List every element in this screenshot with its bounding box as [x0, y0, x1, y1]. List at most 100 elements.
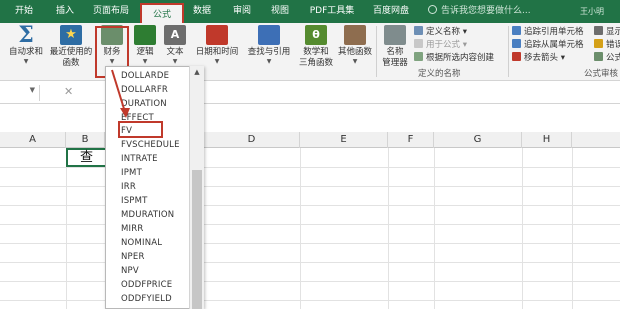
column-header-h[interactable]: H	[522, 132, 572, 148]
chevron-down-icon: ▼	[142, 58, 148, 65]
trace-dependents-label: 追踪从属单元格	[524, 40, 584, 50]
trace-arrow-icon	[512, 39, 521, 48]
autosum-label: 自动求和	[8, 47, 43, 57]
tell-me-search[interactable]: 告诉我您想要做什么...	[428, 0, 531, 23]
logical-label: 逻辑	[136, 47, 154, 57]
column-header-d[interactable]: D	[204, 132, 300, 148]
name-manager-icon	[384, 25, 406, 45]
lookup-icon	[258, 25, 280, 45]
function-item-intrate[interactable]: INTRATE	[121, 152, 158, 166]
recently-used-label-2: 函数	[62, 58, 80, 68]
evaluate-formula-button[interactable]: 公式	[594, 52, 620, 64]
column-line	[572, 148, 573, 309]
chevron-down-icon: ▼	[352, 58, 358, 65]
more-functions-button[interactable]: 其他函数 ▼	[336, 25, 374, 65]
evaluate-formula-label: 公式	[606, 53, 620, 63]
function-item-mduration[interactable]: MDURATION	[121, 208, 174, 222]
column-header-f[interactable]: F	[388, 132, 434, 148]
dropdown-scrollbar[interactable]: ▲	[189, 66, 204, 309]
scroll-up-icon[interactable]: ▲	[190, 66, 204, 78]
column-header-e[interactable]: E	[300, 132, 388, 148]
define-name-button[interactable]: 定义名称 ▾	[414, 26, 467, 38]
tab-insert[interactable]: 插入	[48, 0, 82, 23]
row-line	[0, 205, 620, 206]
tab-view[interactable]: 视图	[266, 0, 294, 23]
eraser-icon	[512, 52, 521, 61]
name-box[interactable]: ▼	[0, 85, 40, 101]
tab-pdf-tools[interactable]: PDF工具集	[306, 0, 358, 23]
function-item-irr[interactable]: IRR	[121, 180, 136, 194]
function-item-oddfprice[interactable]: ODDFPRICE	[121, 278, 172, 292]
column-line	[66, 148, 67, 309]
column-line	[388, 148, 389, 309]
remove-arrows-label: 移去箭头	[524, 53, 559, 63]
formula-bar: ▼ ✕	[0, 82, 620, 104]
tag-icon	[414, 26, 423, 35]
text-book-icon: A	[164, 25, 186, 45]
column-header-b[interactable]: B	[66, 132, 105, 148]
row-line	[0, 243, 620, 244]
date-time-button[interactable]: 日期和时间 ▼	[192, 25, 242, 65]
tab-baidu-pan[interactable]: 百度网盘	[366, 0, 416, 23]
formula-input[interactable]	[205, 85, 620, 101]
function-item-nper[interactable]: NPER	[121, 250, 145, 264]
text-button[interactable]: A 文本 ▼	[162, 25, 188, 65]
lookup-reference-button[interactable]: 查找与引用 ▼	[244, 25, 294, 65]
row-line	[0, 281, 620, 282]
tab-data[interactable]: 数据	[188, 0, 216, 23]
evaluate-icon	[594, 52, 603, 61]
tab-formulas[interactable]: 公式	[140, 3, 184, 23]
show-formulas-button[interactable]: 显示	[594, 26, 620, 38]
tab-home[interactable]: 开始	[6, 0, 42, 23]
function-item-npv[interactable]: NPV	[121, 264, 139, 278]
defined-names-group-label: 定义的名称	[418, 69, 461, 79]
worksheet-grid[interactable]: A B D E F G H 查	[0, 104, 620, 309]
chevron-down-icon: ▼	[29, 86, 35, 94]
warning-icon	[594, 39, 603, 48]
account-label: 王小明 Excel	[580, 7, 604, 39]
logical-button[interactable]: 逻辑 ▼	[132, 25, 158, 65]
cancel-icon[interactable]: ✕	[64, 85, 73, 98]
function-item-ipmt[interactable]: IPMT	[121, 166, 142, 180]
function-item-nominal[interactable]: NOMINAL	[121, 236, 162, 250]
tell-me-text: 告诉我您想要做什么...	[441, 6, 531, 16]
trace-precedents-button[interactable]: 追踪引用单元格	[512, 26, 584, 38]
remove-arrows-button[interactable]: 移去箭头 ▾	[512, 52, 565, 64]
tab-page-layout[interactable]: 页面布局	[88, 0, 134, 23]
ribbon-tab-bar: 开始 插入 页面布局 公式 数据 审阅 视图 PDF工具集 百度网盘 告诉我您想…	[0, 0, 620, 39]
trace-precedents-label: 追踪引用单元格	[524, 27, 584, 37]
column-header-a[interactable]: A	[0, 132, 66, 148]
column-header-g[interactable]: G	[434, 132, 522, 148]
scrollbar-thumb[interactable]	[192, 170, 202, 309]
create-from-selection-label: 根据所选内容创建	[426, 53, 495, 63]
autosum-button[interactable]: Σ 自动求和 ▼	[8, 24, 44, 65]
column-line	[522, 148, 523, 309]
date-time-label: 日期和时间	[195, 47, 239, 57]
trace-dependents-button[interactable]: 追踪从属单元格	[512, 39, 584, 51]
more-functions-icon	[344, 25, 366, 45]
row-line	[0, 224, 620, 225]
function-item-oddfyield[interactable]: ODDFYIELD	[121, 292, 172, 306]
ribbon-formulas: Σ 自动求和 ▼ ★ 最近使用的 函数 财务 ▼ 逻辑 ▼ A 文本 ▼ 日期和…	[0, 23, 620, 81]
column-headers: A B D E F G H	[0, 132, 620, 148]
logical-book-icon	[134, 25, 156, 45]
tab-review[interactable]: 审阅	[228, 0, 256, 23]
function-item-mirr[interactable]: MIRR	[121, 222, 143, 236]
function-item-ispmt[interactable]: ISPMT	[121, 194, 148, 208]
use-in-formula-button[interactable]: 用于公式 ▾	[414, 39, 467, 51]
function-item-fvschedule[interactable]: FVSCHEDULE	[121, 138, 180, 152]
name-manager-button[interactable]: 名称 管理器	[378, 25, 412, 69]
text-label: 文本	[166, 47, 184, 57]
lookup-reference-label: 查找与引用	[247, 47, 291, 57]
active-cell-b2[interactable]: 查	[66, 148, 110, 167]
calendar-icon	[206, 25, 228, 45]
recently-used-button[interactable]: ★ 最近使用的 函数	[48, 25, 94, 69]
name-manager-label-1: 名称	[386, 47, 404, 57]
create-from-selection-button[interactable]: 根据所选内容创建	[414, 52, 494, 64]
error-checking-label: 错误	[606, 40, 620, 50]
group-separator	[376, 26, 377, 77]
error-checking-button[interactable]: 错误	[594, 39, 620, 51]
math-trig-button[interactable]: θ 数学和 三角函数	[296, 25, 336, 69]
row-line	[0, 186, 620, 187]
column-line	[434, 148, 435, 309]
